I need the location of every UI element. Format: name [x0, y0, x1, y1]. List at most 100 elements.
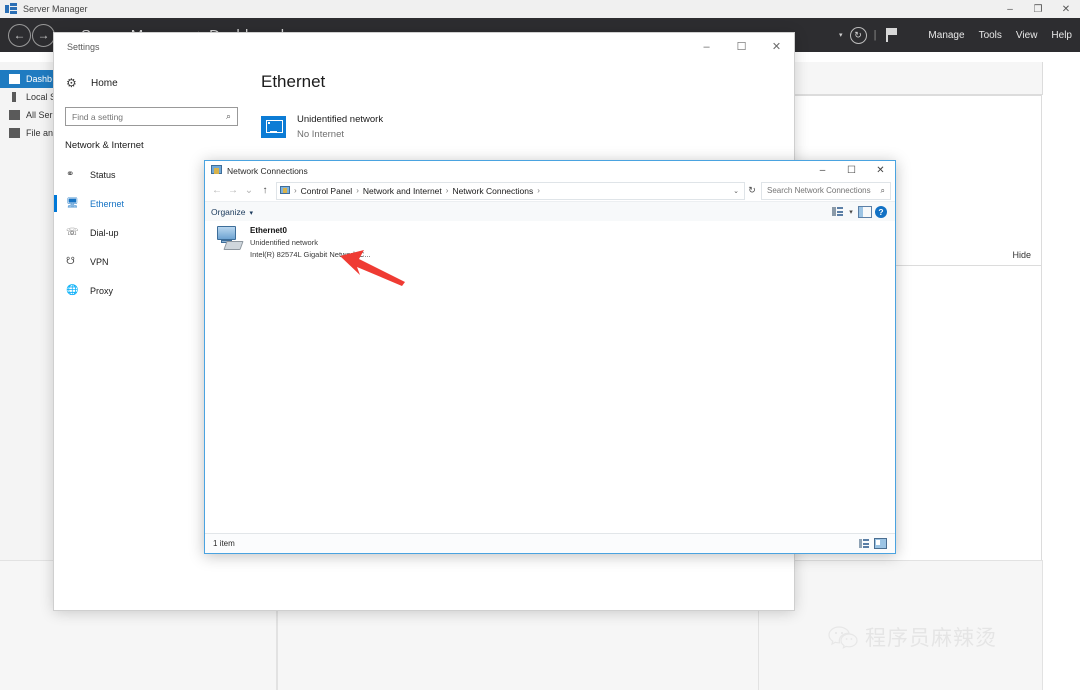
maximize-button[interactable]: ☐ [724, 33, 759, 60]
server-icon [9, 92, 20, 102]
settings-nav-item-label: Status [90, 169, 116, 180]
settings-window-controls: – ☐ ✕ [689, 33, 794, 60]
settings-titlebar: Settings – ☐ ✕ [54, 33, 794, 60]
item-count: 1 item [213, 539, 235, 548]
search-icon: ⌕ [880, 185, 885, 195]
toolbar-right-group: ▾ ? [829, 205, 889, 218]
selection-indicator [54, 195, 57, 212]
chevron-down-icon[interactable]: ▾ [839, 31, 843, 39]
sidebar-item-label: File an [26, 128, 54, 138]
organize-label: Organize [211, 206, 246, 217]
explorer-toolbar: Organize ▾ ▾ ? [205, 202, 895, 222]
grid-icon [9, 74, 20, 84]
screen: Server Manager – ❐ ✕ ← → ≡ Server Manage… [0, 0, 1080, 690]
settings-nav-item-label: Ethernet [90, 198, 125, 209]
forward-button[interactable]: → [225, 185, 241, 196]
menu-manage[interactable]: Manage [928, 30, 964, 41]
sidebar-item-label: Dashb [26, 74, 53, 84]
watermark: 程序员麻辣烫 [828, 622, 997, 652]
network-status: No Internet [297, 129, 344, 140]
explorer-navbar: ← → ⌄ ↑ › Control Panel › Network and In… [205, 180, 895, 202]
network-status-text: Unidentified network No Internet [297, 114, 383, 140]
window-title: Network Connections [227, 165, 308, 176]
menu-view[interactable]: View [1016, 30, 1038, 41]
page-title: Ethernet [261, 72, 326, 91]
back-button[interactable]: ← [8, 23, 31, 47]
settings-nav-item-label: Proxy [90, 285, 114, 296]
breadcrumb-control-panel[interactable]: Control Panel [299, 186, 355, 196]
sidebar-item-label: All Ser [26, 110, 53, 120]
breadcrumb-separator: › [445, 186, 449, 195]
up-button[interactable]: ↑ [257, 185, 273, 196]
close-button[interactable]: ✕ [1052, 0, 1080, 18]
close-button[interactable]: ✕ [759, 33, 794, 60]
close-button[interactable]: ✕ [866, 161, 895, 180]
watermark-text: 程序员麻辣烫 [865, 627, 997, 650]
network-connections-icon [280, 185, 290, 196]
search-input[interactable] [66, 110, 226, 123]
large-icons-view-icon[interactable] [874, 538, 887, 549]
network-status-row[interactable]: Unidentified network No Internet [261, 114, 794, 140]
minimize-button[interactable]: – [808, 161, 837, 180]
ethernet-icon: 🖥 [66, 198, 79, 209]
network-connections-titlebar: Network Connections – ☐ ✕ [205, 161, 895, 180]
breadcrumb-network-connections[interactable]: Network Connections [450, 186, 535, 196]
server-manager-icon [5, 3, 17, 15]
organize-button[interactable]: Organize ▾ [211, 207, 253, 217]
breadcrumb-separator: › [294, 186, 297, 195]
settings-search-box[interactable]: ⌕ [65, 107, 238, 126]
breadcrumb-separator: › [356, 186, 359, 195]
settings-nav-item-label: VPN [90, 256, 109, 267]
search-input[interactable] [762, 185, 881, 196]
status-bar-view-buttons [859, 538, 887, 549]
gear-icon: ⚙ [66, 76, 77, 90]
menu-tools[interactable]: Tools [979, 30, 1002, 41]
globe-icon: 🌐 [66, 285, 79, 296]
notifications-flag-icon[interactable] [886, 28, 898, 42]
settings-section-title: Network & Internet [65, 140, 144, 151]
server-manager-nav-right: ▾ ↻ | Manage Tools View Help [839, 18, 1072, 52]
network-monitor-icon [261, 116, 286, 138]
wechat-icon [828, 625, 858, 649]
chevron-down-icon: ▾ [249, 209, 254, 217]
address-bar[interactable]: › Control Panel › Network and Internet ›… [276, 181, 745, 200]
separator: | [873, 29, 877, 41]
window-controls: – ☐ ✕ [808, 161, 895, 180]
back-button[interactable]: ← [209, 185, 225, 196]
connection-status: Unidentified network [250, 238, 318, 247]
network-connections-window: Network Connections – ☐ ✕ ← → ⌄ ↑ › Cont… [204, 160, 896, 554]
servers-icon [9, 110, 20, 120]
details-view-icon[interactable] [859, 539, 869, 548]
nav-item-label: Home [91, 77, 118, 89]
menu-help[interactable]: Help [1051, 30, 1072, 41]
minimize-button[interactable]: – [996, 0, 1024, 18]
chevron-down-icon[interactable]: ▾ [845, 208, 857, 216]
refresh-icon[interactable]: ↻ [849, 26, 867, 44]
refresh-icon[interactable]: ↻ [745, 185, 759, 196]
globe-status-icon: ⚭ [66, 169, 75, 180]
maximize-button[interactable]: ❐ [1024, 0, 1052, 18]
settings-title: Settings [67, 41, 100, 52]
connections-list: Ethernet0 Unidentified network Intel(R) … [205, 221, 895, 533]
hide-link[interactable]: Hide [1012, 250, 1031, 260]
preview-pane-icon[interactable] [857, 205, 873, 218]
file-services-icon [9, 128, 20, 138]
sidebar-item-label: Local S [26, 92, 57, 102]
breadcrumb-separator: › [537, 186, 540, 195]
server-manager-window-controls: – ❐ ✕ [996, 0, 1080, 18]
list-item[interactable]: Ethernet0 Unidentified network Intel(R) … [205, 221, 895, 259]
maximize-button[interactable]: ☐ [837, 161, 866, 180]
nav-item-home[interactable]: ⚙ Home [54, 71, 249, 95]
settings-nav-item-label: Dial-up [90, 227, 119, 238]
change-view-icon[interactable] [829, 207, 845, 216]
explorer-search-box[interactable]: ⌕ [761, 181, 891, 200]
recent-locations-button[interactable]: ⌄ [241, 185, 257, 196]
help-icon[interactable]: ? [873, 205, 889, 218]
breadcrumb-network-and-internet[interactable]: Network and Internet [361, 186, 444, 196]
forward-button[interactable]: → [32, 23, 55, 47]
search-icon: ⌕ [225, 111, 231, 121]
connection-name: Ethernet0 [250, 226, 287, 235]
chevron-down-icon[interactable]: ⌄ [733, 187, 744, 195]
server-manager-titlebar: Server Manager – ❐ ✕ [0, 0, 1080, 19]
minimize-button[interactable]: – [689, 33, 724, 60]
